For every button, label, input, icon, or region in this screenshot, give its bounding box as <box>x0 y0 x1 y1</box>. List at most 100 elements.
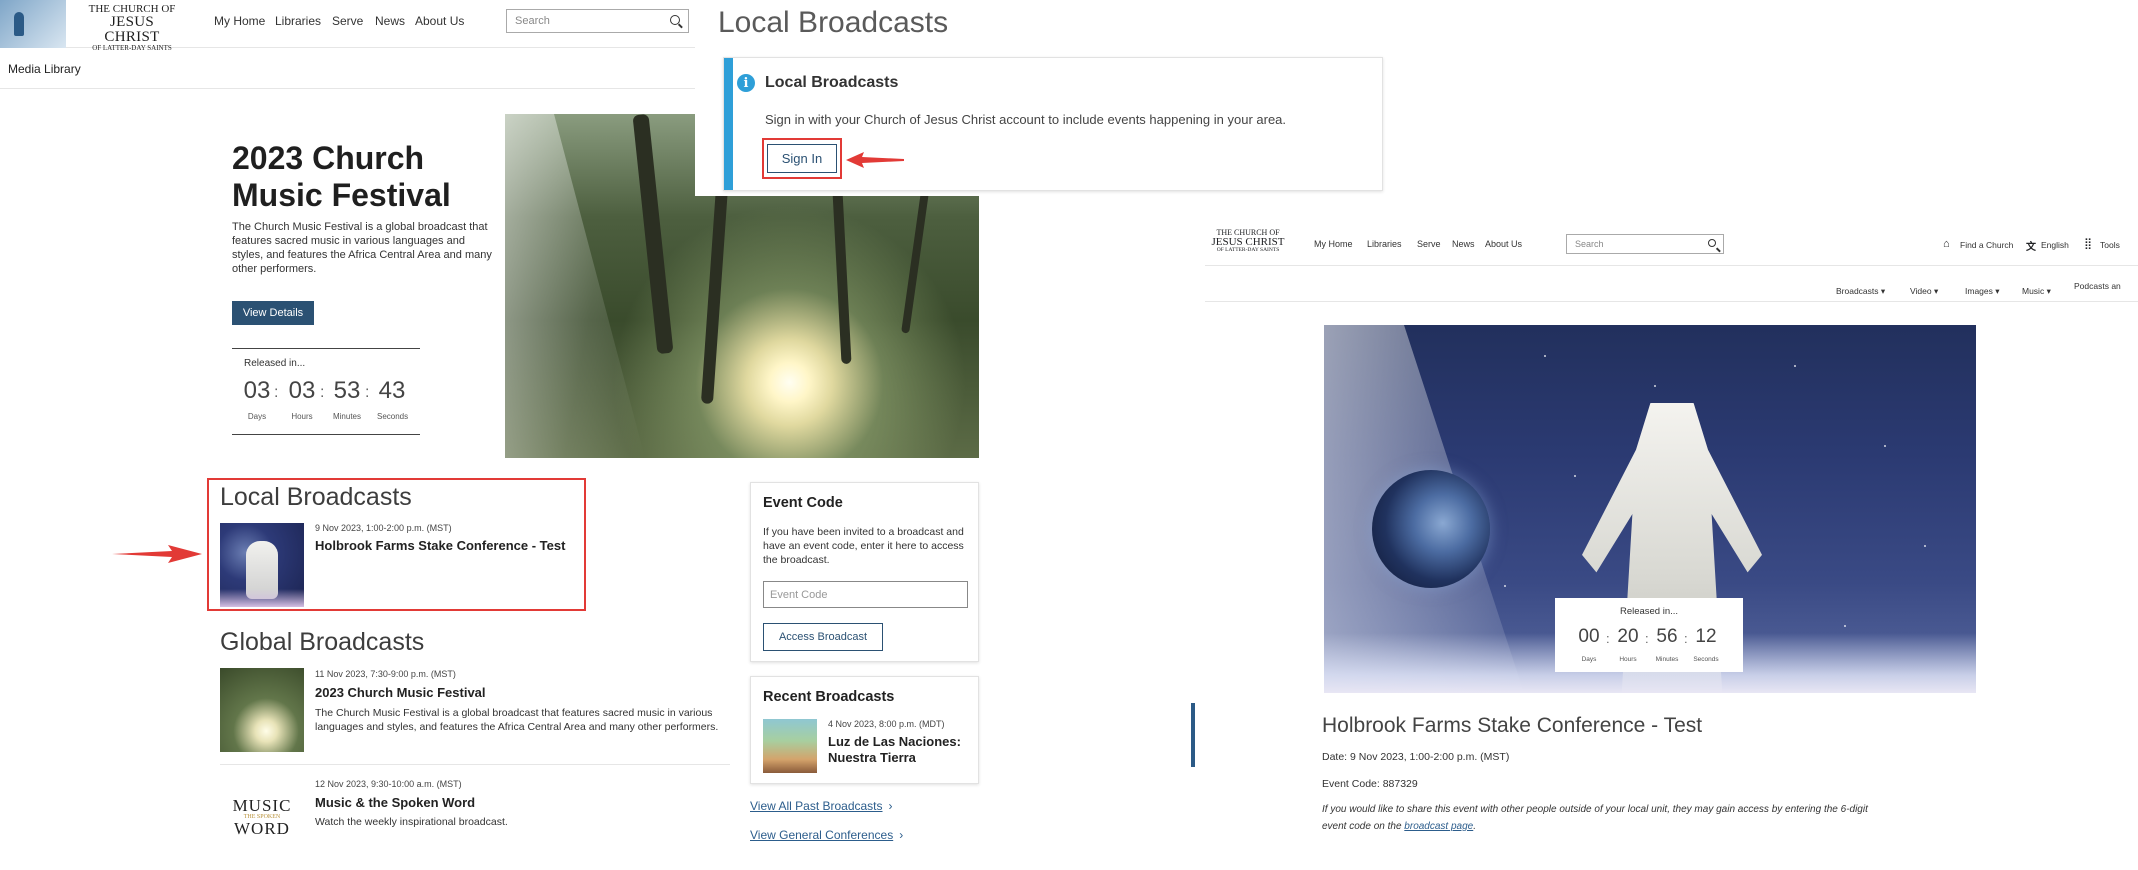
annotation-arrow-icon <box>846 152 904 168</box>
subnav-divider <box>1205 301 2138 302</box>
event-code-description: If you have been invited to a broadcast … <box>763 526 964 566</box>
access-broadcast-button[interactable]: Access Broadcast <box>763 623 883 651</box>
countdown-unit-days: Days <box>247 412 267 421</box>
nav-my-home[interactable]: My Home <box>1314 239 1353 249</box>
nav-libraries[interactable]: Libraries <box>1367 239 1402 249</box>
search-placeholder: Search <box>1575 239 1604 249</box>
global-broadcast-date: 11 Nov 2023, 7:30-9:00 p.m. (MST) <box>315 669 456 679</box>
language-icon[interactable]: 文 <box>2026 238 2036 253</box>
countdown-hours: 20 <box>1617 626 1639 647</box>
info-icon: i <box>737 74 755 92</box>
site-header: THE CHURCH OF JESUS CHRIST OF LATTER-DAY… <box>0 0 700 52</box>
countdown-minutes: 56 <box>1656 626 1678 647</box>
recent-broadcast-thumbnail[interactable] <box>763 719 817 773</box>
notice-message: Sign in with your Church of Jesus Christ… <box>765 112 1287 127</box>
grid-menu-icon[interactable]: ⣿ <box>2084 237 2092 250</box>
nav-libraries[interactable]: Libraries <box>275 14 321 28</box>
nav-about-us[interactable]: About Us <box>415 14 464 28</box>
sign-in-notice: i Local Broadcasts Sign in with your Chu… <box>723 57 1383 191</box>
search-icon[interactable] <box>670 15 680 25</box>
notice-title: Local Broadcasts <box>765 74 899 91</box>
church-logo-text[interactable]: THE CHURCH OF JESUS CHRIST OF LATTER-DAY… <box>1208 229 1288 254</box>
recent-broadcast-title[interactable]: Luz de Las Naciones: Nuestra Tierra <box>828 734 961 766</box>
global-broadcast-thumbnail-music-festival[interactable] <box>220 668 304 752</box>
hero-title-line-2: Music Festival <box>232 177 451 213</box>
search-placeholder: Search <box>515 15 550 27</box>
recent-broadcasts-title: Recent Broadcasts <box>763 689 895 705</box>
church-logo-text[interactable]: THE CHURCH OF JESUS CHRIST OF LATTER-DAY… <box>86 4 178 52</box>
search-icon[interactable] <box>1708 239 1716 247</box>
share-instructions: If you would like to share this event wi… <box>1322 801 1870 835</box>
countdown-days: 00 <box>1578 626 1600 647</box>
logo-word-word: WORD <box>234 819 290 838</box>
find-a-church-link[interactable]: Find a Church <box>1960 240 2013 250</box>
sign-in-button[interactable]: Sign In <box>767 144 837 173</box>
broadcast-countdown: Released in... 00 : 20 : 56 : 12 Days Ho… <box>1555 598 1743 672</box>
local-broadcast-date: 9 Nov 2023, 1:00-2:00 p.m. (MST) <box>315 523 452 533</box>
countdown-unit-hours: Hours <box>1619 656 1637 663</box>
view-all-past-broadcasts-link[interactable]: View All Past Broadcasts › <box>750 797 893 815</box>
link-text: View General Conferences <box>750 828 894 842</box>
countdown-separator: : <box>365 384 370 401</box>
link-text: View All Past Broadcasts <box>750 799 883 813</box>
subnav-podcasts[interactable]: Podcasts an <box>2074 281 2121 291</box>
global-broadcasts-heading: Global Broadcasts <box>220 628 425 656</box>
subnav-broadcasts[interactable]: Broadcasts ▾ <box>1836 281 1885 299</box>
view-general-conferences-link[interactable]: View General Conferences › <box>750 826 903 844</box>
subnav-music[interactable]: Music ▾ <box>2022 281 2051 299</box>
chevron-down-icon: ▾ <box>1878 286 1886 296</box>
scroll-indicator <box>1191 703 1195 767</box>
broadcast-page-link[interactable]: broadcast page <box>1404 821 1473 832</box>
logo-word-music: MUSIC <box>232 796 292 815</box>
nav-news[interactable]: News <box>1452 239 1475 249</box>
global-broadcast-date: 12 Nov 2023, 9:30-10:00 a.m. (MST) <box>315 779 462 789</box>
nav-news[interactable]: News <box>375 14 405 28</box>
logo-line-3: OF LATTER-DAY SAINTS <box>1216 247 1280 253</box>
countdown-separator: : <box>1645 631 1649 646</box>
search-input[interactable]: Search <box>1566 234 1724 254</box>
subnav-label: Images <box>1965 286 1993 296</box>
released-label: Released in... <box>1619 606 1679 617</box>
local-broadcasts-page-title: Local Broadcasts <box>718 6 949 39</box>
nav-about-us[interactable]: About Us <box>1485 239 1522 249</box>
church-logo-icon[interactable] <box>0 0 66 48</box>
countdown-unit-seconds: Seconds <box>1693 656 1719 663</box>
language-selector[interactable]: English <box>2041 240 2069 250</box>
music-spoken-word-logo[interactable]: MUSIC THE SPOKEN WORD <box>228 797 296 837</box>
broadcast-title: Holbrook Farms Stake Conference - Test <box>1322 714 1703 737</box>
global-broadcast-title[interactable]: Music & the Spoken Word <box>315 795 475 810</box>
nav-serve[interactable]: Serve <box>1417 239 1441 249</box>
subnav-video[interactable]: Video ▾ <box>1910 281 1938 299</box>
subnav-label: Broadcasts <box>1836 286 1879 296</box>
view-details-button[interactable]: View Details <box>232 301 314 325</box>
chevron-down-icon: ▾ <box>1931 286 1939 296</box>
countdown-unit-minutes: Minutes <box>332 412 361 421</box>
subnav-label: Video <box>1910 286 1932 296</box>
list-divider <box>220 764 730 765</box>
local-broadcast-thumbnail[interactable] <box>220 523 304 607</box>
countdown-unit-seconds: Seconds <box>377 412 409 421</box>
countdown-separator: : <box>320 384 325 401</box>
chevron-down-icon: ▾ <box>2044 286 2051 296</box>
chevron-right-icon: › <box>899 828 904 842</box>
nav-my-home[interactable]: My Home <box>214 14 265 28</box>
search-input[interactable]: Search <box>506 9 689 33</box>
hero-countdown: Released in... 03 : 03 : 53 : 43 Days Ho… <box>232 348 420 435</box>
local-broadcast-title[interactable]: Holbrook Farms Stake Conference - Test <box>315 538 565 553</box>
tools-menu[interactable]: Tools <box>2100 240 2120 250</box>
countdown-separator: : <box>274 384 279 401</box>
subnav-label: Music <box>2022 286 2045 296</box>
broadcast-date: Date: 9 Nov 2023, 1:00-2:00 p.m. (MST) <box>1322 751 1510 763</box>
subnav-images[interactable]: Images ▾ <box>1965 281 2000 299</box>
global-broadcast-description: The Church Music Festival is a global br… <box>315 707 719 733</box>
countdown-seconds: 43 <box>378 377 406 404</box>
hero-title-line-1: 2023 Church <box>232 140 425 176</box>
church-icon[interactable]: ⌂ <box>1943 238 1950 250</box>
logo-line-3: OF LATTER-DAY SAINTS <box>92 44 172 52</box>
global-broadcast-description: Watch the weekly inspirational broadcast… <box>315 816 508 828</box>
nav-serve[interactable]: Serve <box>332 14 363 28</box>
breadcrumb-media-library[interactable]: Media Library <box>8 62 81 76</box>
chevron-down-icon: ▾ <box>1992 286 2000 296</box>
event-code-input[interactable]: Event Code <box>763 581 968 608</box>
global-broadcast-title[interactable]: 2023 Church Music Festival <box>315 685 486 700</box>
